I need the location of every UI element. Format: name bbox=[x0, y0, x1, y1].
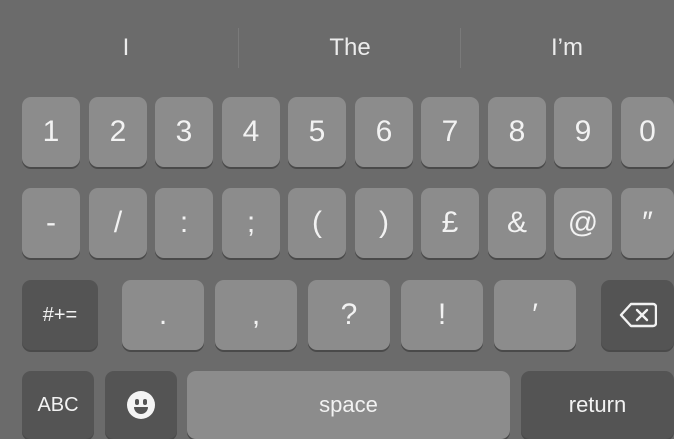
emoji-button[interactable] bbox=[105, 371, 177, 439]
key-exclamation[interactable]: ! bbox=[401, 280, 483, 350]
key-period[interactable]: . bbox=[122, 280, 204, 350]
key-9[interactable]: 9 bbox=[554, 97, 612, 167]
abc-key[interactable]: ABC bbox=[22, 371, 94, 439]
key-at[interactable]: @ bbox=[554, 188, 612, 258]
key-comma[interactable]: , bbox=[215, 280, 297, 350]
keyboard: I The I’m 1 2 3 4 5 6 7 8 9 0 - / : ; ( … bbox=[0, 0, 674, 439]
key-1[interactable]: 1 bbox=[22, 97, 80, 167]
backspace-button[interactable] bbox=[601, 280, 674, 350]
key-0[interactable]: 0 bbox=[621, 97, 674, 167]
suggestion-2[interactable]: The bbox=[238, 0, 462, 96]
key-slash[interactable]: / bbox=[89, 188, 147, 258]
space-bar[interactable]: space bbox=[187, 371, 510, 439]
return-key[interactable]: return bbox=[521, 371, 674, 439]
key-apostrophe[interactable]: ′ bbox=[494, 280, 576, 350]
backspace-icon bbox=[619, 302, 657, 328]
key-4[interactable]: 4 bbox=[222, 97, 280, 167]
key-semicolon[interactable]: ; bbox=[222, 188, 280, 258]
more-symbols-key[interactable]: #+= bbox=[22, 280, 98, 350]
key-pound[interactable]: £ bbox=[421, 188, 479, 258]
suggestion-1[interactable]: I bbox=[14, 0, 238, 96]
key-ampersand[interactable]: & bbox=[488, 188, 546, 258]
key-7[interactable]: 7 bbox=[421, 97, 479, 167]
key-6[interactable]: 6 bbox=[355, 97, 413, 167]
suggestion-bar: I The I’m bbox=[0, 0, 674, 96]
key-3[interactable]: 3 bbox=[155, 97, 213, 167]
key-hyphen[interactable]: - bbox=[22, 188, 80, 258]
emoji-face-icon bbox=[127, 391, 155, 419]
key-2[interactable]: 2 bbox=[89, 97, 147, 167]
key-open-paren[interactable]: ( bbox=[288, 188, 346, 258]
key-5[interactable]: 5 bbox=[288, 97, 346, 167]
suggestion-3[interactable]: I’m bbox=[460, 0, 674, 96]
key-colon[interactable]: : bbox=[155, 188, 213, 258]
key-8[interactable]: 8 bbox=[488, 97, 546, 167]
key-close-paren[interactable]: ) bbox=[355, 188, 413, 258]
key-question[interactable]: ? bbox=[308, 280, 390, 350]
key-double-quote[interactable]: ″ bbox=[621, 188, 674, 258]
